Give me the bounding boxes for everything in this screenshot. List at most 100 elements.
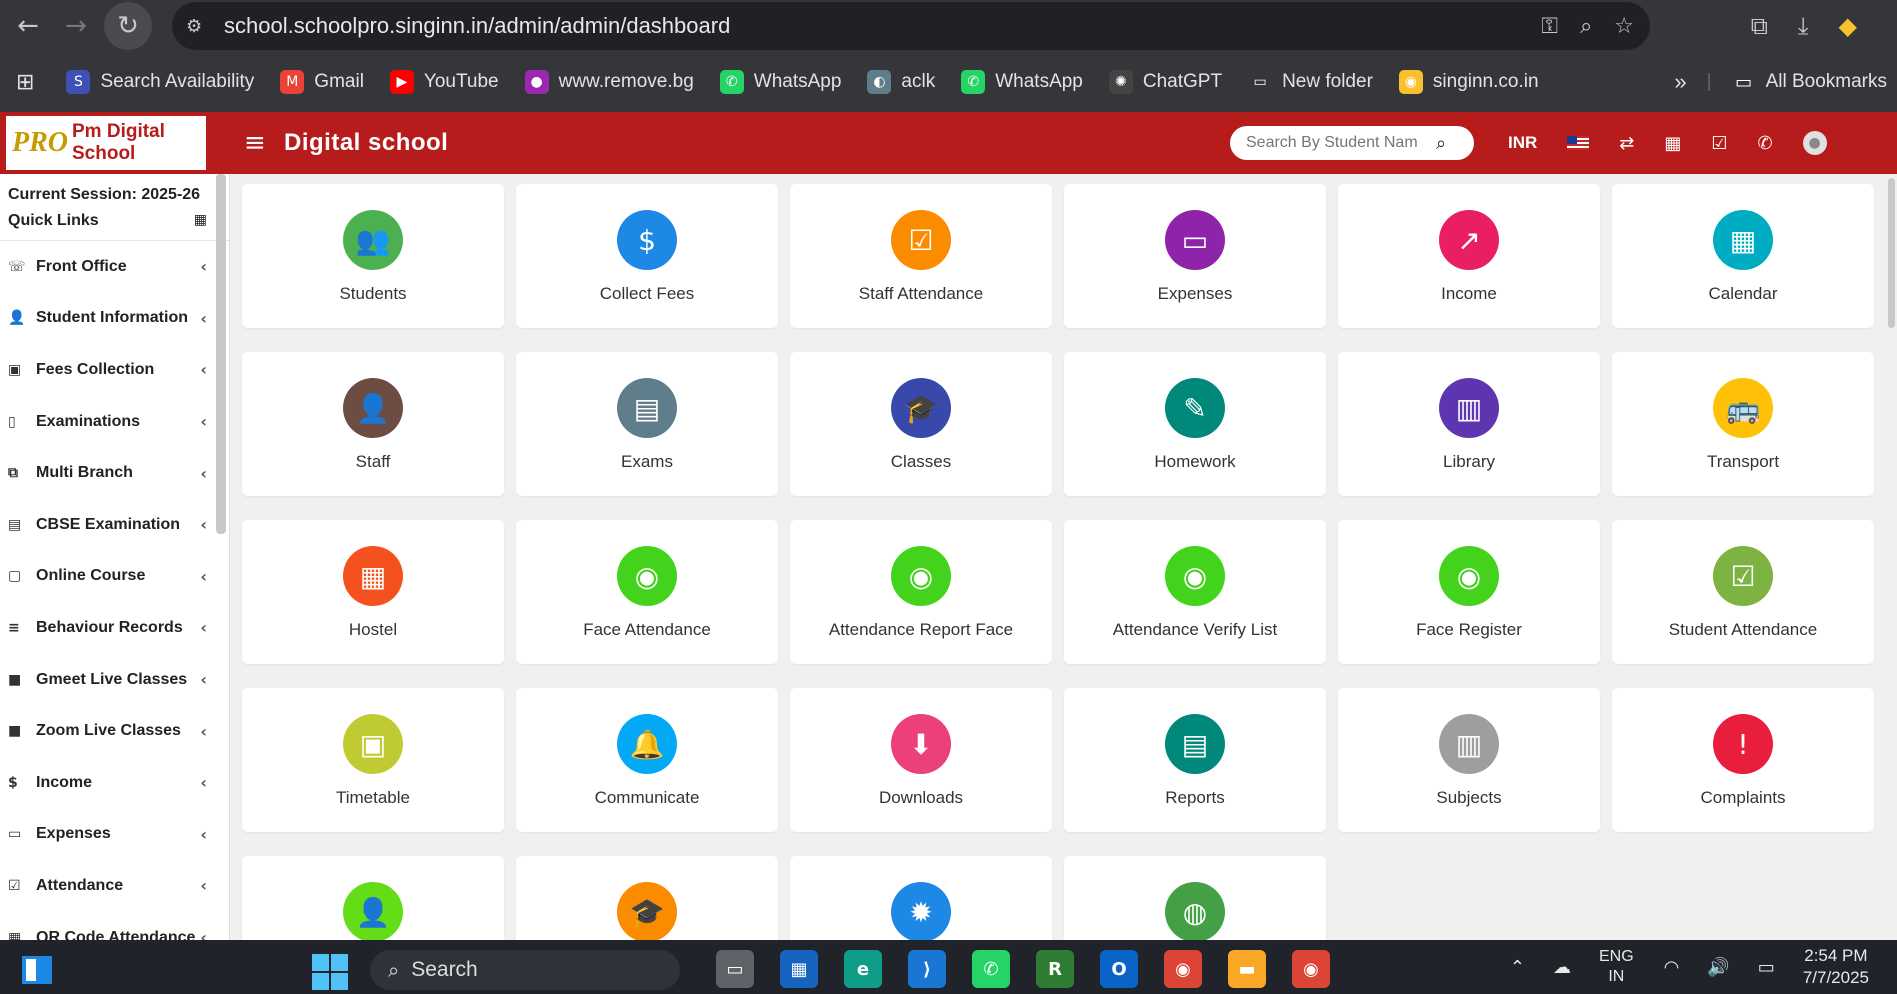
quick-links[interactable]: Quick Links ▦: [0, 208, 229, 241]
taskbar-app-task-view-icon[interactable]: ▭: [716, 950, 754, 988]
windows-start-icon[interactable]: [312, 954, 348, 990]
dashboard-tile[interactable]: ▦ Calendar: [1612, 184, 1874, 328]
dashboard-tile[interactable]: ! Complaints: [1612, 688, 1874, 832]
taskbar-app-vscode-icon[interactable]: ⟩: [908, 950, 946, 988]
address-bar[interactable]: ⚙ school.schoolpro.singinn.in/admin/admi…: [172, 2, 1650, 50]
hamburger-menu-icon[interactable]: ≡: [244, 128, 266, 158]
bookmark-item[interactable]: S Search Availability: [66, 70, 254, 94]
sidebar-item[interactable]: ≡ Behaviour Records ‹: [0, 602, 229, 654]
sidebar-item[interactable]: ■ Gmeet Live Classes ‹: [0, 654, 229, 706]
sidebar-item[interactable]: ⧉ Multi Branch ‹: [0, 447, 229, 499]
task-check-icon[interactable]: ☑: [1711, 133, 1727, 154]
download-icon[interactable]: ⤓: [1798, 12, 1809, 40]
bookmark-item[interactable]: ◐ aclk: [867, 70, 935, 94]
dashboard-tile[interactable]: ▤ Reports: [1064, 688, 1326, 832]
site-info-icon[interactable]: ⚙: [186, 16, 218, 37]
forward-icon[interactable]: →: [56, 6, 96, 46]
dashboard-tile[interactable]: ◍: [1064, 856, 1326, 940]
bookmark-item[interactable]: ✆ WhatsApp: [719, 70, 841, 94]
sidebar-item[interactable]: ■ Zoom Live Classes ‹: [0, 705, 229, 757]
taskbar-app-outlook-icon[interactable]: O: [1100, 950, 1138, 988]
bookmark-item[interactable]: ◉ singinn.co.in: [1398, 70, 1539, 94]
us-flag-icon[interactable]: [1567, 136, 1590, 150]
sidebar-item[interactable]: ▦ QR Code Attendance ‹: [0, 912, 229, 940]
taskbar-app-explorer-icon[interactable]: ▬: [1228, 950, 1266, 988]
sidebar-item[interactable]: ☏ Front Office ‹: [0, 241, 229, 293]
sidebar-item[interactable]: ▯ Examinations ‹: [0, 396, 229, 448]
apps-grid-icon[interactable]: ⊞: [16, 70, 34, 95]
bookmark-item[interactable]: ✆ WhatsApp: [961, 70, 1083, 94]
dashboard-tile[interactable]: ◉ Attendance Verify List: [1064, 520, 1326, 664]
calendar-icon[interactable]: ▦: [1664, 133, 1681, 154]
dashboard-tile[interactable]: ☑ Staff Attendance: [790, 184, 1052, 328]
dashboard-tile[interactable]: ◉ Face Attendance: [516, 520, 778, 664]
reload-icon[interactable]: ↻: [104, 2, 152, 50]
search-icon[interactable]: ⌕: [1436, 133, 1446, 154]
dashboard-tile[interactable]: ▥ Subjects: [1338, 688, 1600, 832]
back-icon[interactable]: ←: [8, 6, 48, 46]
language-indicator[interactable]: ENG IN: [1599, 947, 1634, 987]
bookmark-item[interactable]: ▭ New folder: [1248, 70, 1373, 94]
dashboard-tile[interactable]: 🔔 Communicate: [516, 688, 778, 832]
currency-selector[interactable]: INR: [1508, 133, 1537, 153]
sidebar-item[interactable]: ▢ Online Course ‹: [0, 551, 229, 603]
dashboard-tile[interactable]: ▣ Timetable: [242, 688, 504, 832]
sidebar-item[interactable]: 👤 Student Information ‹: [0, 293, 229, 345]
taskbar-app-app-r-icon[interactable]: R: [1036, 950, 1074, 988]
user-avatar-icon[interactable]: ●: [1802, 131, 1827, 155]
bookmark-item[interactable]: ▶ YouTube: [389, 70, 499, 94]
extensions-icon[interactable]: ⧉: [1751, 12, 1768, 40]
bookmark-item[interactable]: ● www.remove.bg: [524, 70, 694, 94]
dashboard-tile[interactable]: 🎓: [516, 856, 778, 940]
switch-arrows-icon[interactable]: ⇄: [1619, 133, 1634, 154]
bookmark-item[interactable]: M Gmail: [280, 70, 364, 94]
taskbar-app-edge-icon[interactable]: e: [844, 950, 882, 988]
page-scrollbar[interactable]: [1886, 174, 1897, 940]
chevron-up-icon[interactable]: ⌃: [1510, 957, 1525, 978]
dashboard-tile[interactable]: ✹: [790, 856, 1052, 940]
grid-icon[interactable]: ▦: [194, 212, 207, 230]
clock[interactable]: 2:54 PM 7/7/2025: [1803, 945, 1869, 989]
taskbar-app-store-icon[interactable]: ▦: [780, 950, 818, 988]
wifi-icon[interactable]: ◠: [1664, 957, 1680, 978]
sidebar-item[interactable]: ▣ Fees Collection ‹: [0, 344, 229, 396]
dashboard-tile[interactable]: 🚌 Transport: [1612, 352, 1874, 496]
dashboard-tile[interactable]: ✎ Homework: [1064, 352, 1326, 496]
dashboard-tile[interactable]: ◉ Attendance Report Face: [790, 520, 1052, 664]
dashboard-tile[interactable]: ☑ Student Attendance: [1612, 520, 1874, 664]
sidebar-item[interactable]: ▤ CBSE Examination ‹: [0, 499, 229, 551]
dashboard-tile[interactable]: ▦ Hostel: [242, 520, 504, 664]
url-text[interactable]: school.schoolpro.singinn.in/admin/admin/…: [224, 13, 730, 39]
dashboard-tile[interactable]: 🎓 Classes: [790, 352, 1052, 496]
taskbar-app-whatsapp-icon[interactable]: ✆: [972, 950, 1010, 988]
bookmarks-overflow-icon[interactable]: »: [1674, 69, 1686, 95]
volume-icon[interactable]: 🔊: [1707, 957, 1729, 978]
student-search-input[interactable]: [1246, 134, 1430, 152]
battery-icon[interactable]: ▭: [1758, 957, 1775, 978]
taskbar-app-chrome-icon[interactable]: ◉: [1164, 950, 1202, 988]
password-key-icon[interactable]: ⚿: [1541, 14, 1558, 39]
dashboard-tile[interactable]: ◉ Face Register: [1338, 520, 1600, 664]
dashboard-tile[interactable]: ▤ Exams: [516, 352, 778, 496]
bookmark-item[interactable]: ✺ ChatGPT: [1108, 70, 1222, 94]
extension-diamond-icon[interactable]: ◆: [1839, 12, 1857, 40]
dashboard-tile[interactable]: 👤: [242, 856, 504, 940]
dashboard-tile[interactable]: ⬇ Downloads: [790, 688, 1052, 832]
dashboard-tile[interactable]: ▥ Library: [1338, 352, 1600, 496]
sidebar-item[interactable]: ☑ Attendance ‹: [0, 860, 229, 912]
sidebar-scrollbar[interactable]: [216, 174, 226, 534]
all-bookmarks[interactable]: ▭ All Bookmarks: [1732, 70, 1887, 94]
dashboard-tile[interactable]: 👤 Staff: [242, 352, 504, 496]
taskbar-app-chrome-2-icon[interactable]: ◉: [1292, 950, 1330, 988]
cloud-icon[interactable]: ☁: [1553, 957, 1571, 978]
school-logo[interactable]: PRO Pm Digital School: [6, 116, 206, 170]
taskbar-search[interactable]: ⌕ Search: [370, 950, 680, 990]
dashboard-tile[interactable]: $ Collect Fees: [516, 184, 778, 328]
bookmark-star-icon[interactable]: ☆: [1614, 14, 1634, 39]
dashboard-tile[interactable]: ↗ Income: [1338, 184, 1600, 328]
dashboard-tile[interactable]: 👥 Students: [242, 184, 504, 328]
sidebar-item[interactable]: $ Income ‹: [0, 757, 229, 809]
dashboard-tile[interactable]: ▭ Expenses: [1064, 184, 1326, 328]
whatsapp-icon[interactable]: ✆: [1758, 133, 1773, 154]
sidebar-item[interactable]: ▭ Expenses ‹: [0, 809, 229, 861]
